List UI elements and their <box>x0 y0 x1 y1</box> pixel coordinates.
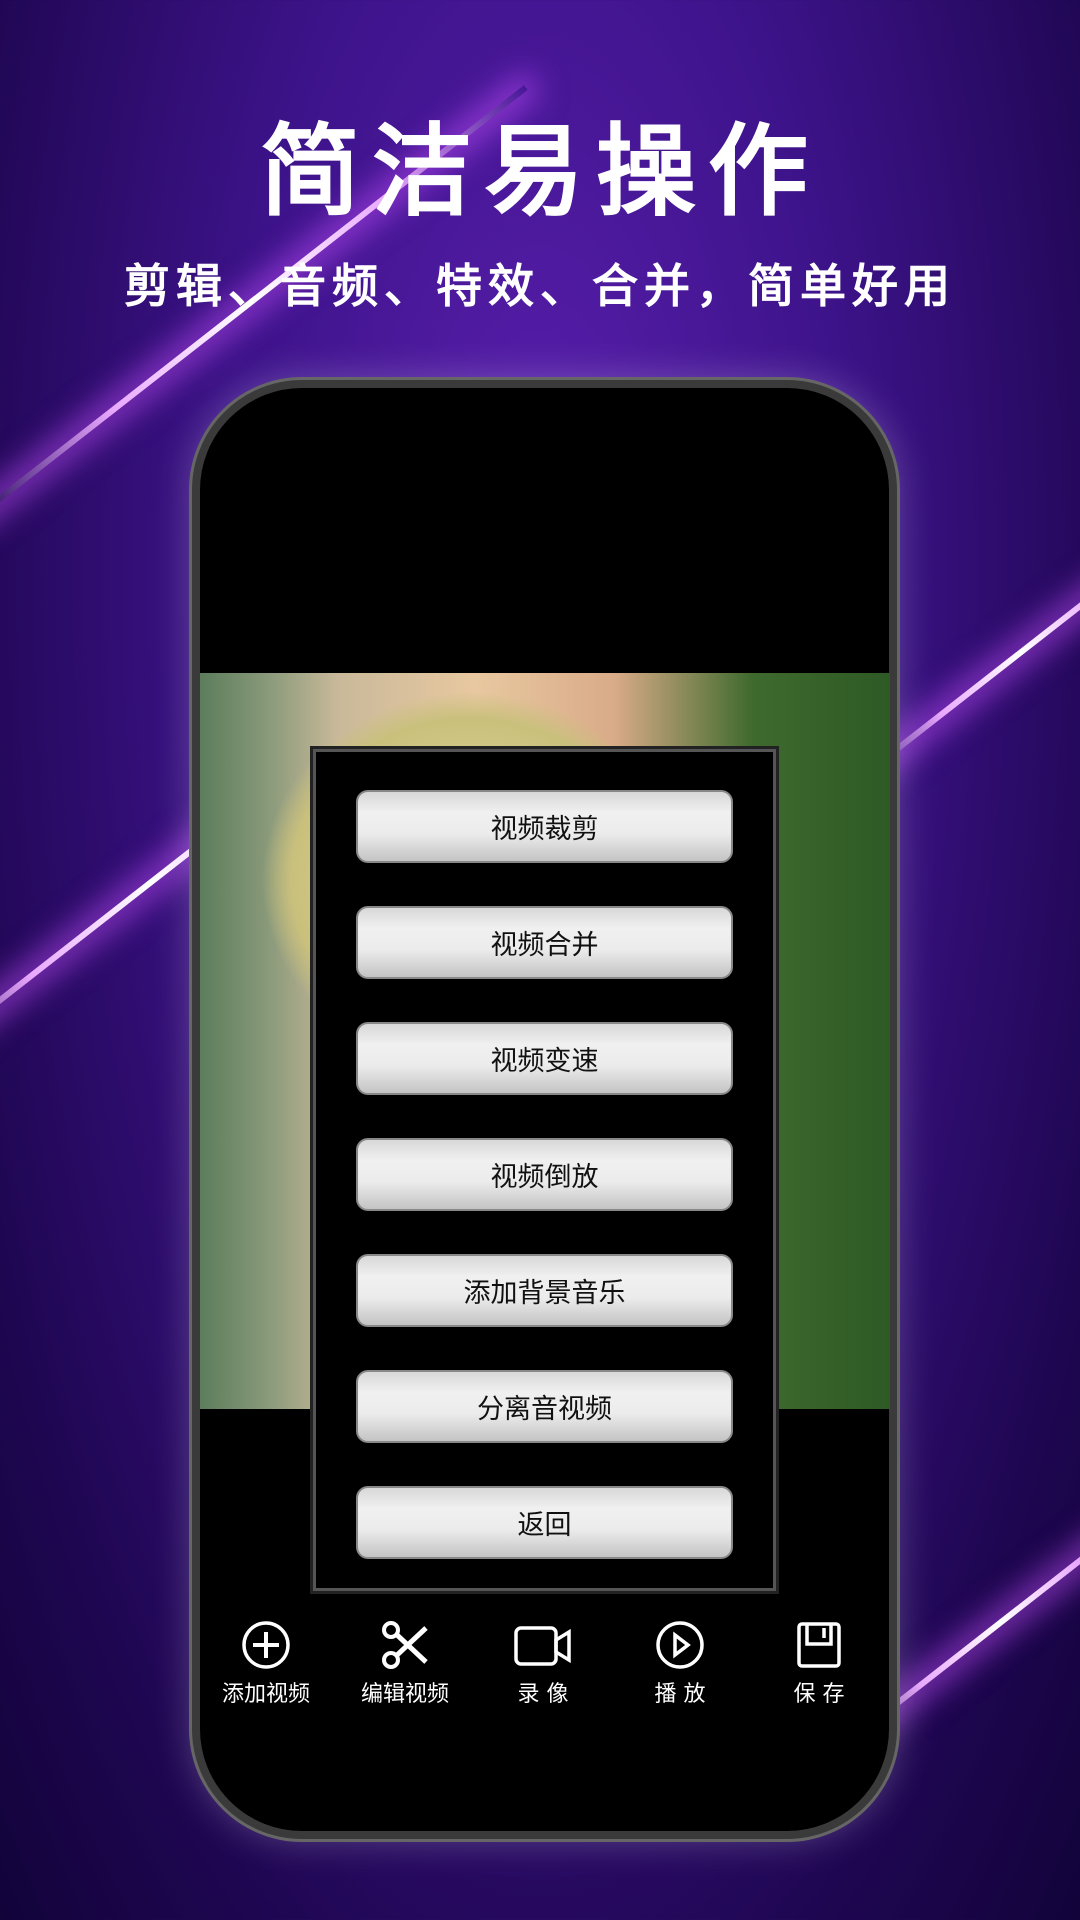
save-button[interactable]: 保 存 <box>754 1620 884 1708</box>
record-label: 录 像 <box>517 1682 569 1707</box>
edit-menu-dialog: 视频裁剪 视频合并 视频变速 视频倒放 添加背景音乐 分离音视频 返回 <box>310 746 779 1594</box>
record-button[interactable]: 录 像 <box>478 1620 608 1708</box>
edit-video-label: 编辑视频 <box>360 1682 449 1707</box>
menu-video-reverse-button[interactable]: 视频倒放 <box>356 1138 733 1211</box>
menu-video-speed-button[interactable]: 视频变速 <box>356 1022 733 1095</box>
page-subtitle: 剪辑、音频、特效、合并，简单好用 <box>124 259 956 313</box>
play-button[interactable]: 播 放 <box>615 1620 745 1708</box>
save-label: 保 存 <box>793 1682 845 1707</box>
add-video-label: 添加视频 <box>221 1682 310 1707</box>
bottom-toolbar: 添加视频 编辑视频 录 像 播 放 保 存 <box>200 1620 890 1730</box>
menu-video-trim-button[interactable]: 视频裁剪 <box>356 790 733 863</box>
edit-video-button[interactable]: 编辑视频 <box>340 1620 470 1708</box>
menu-video-merge-button[interactable]: 视频合并 <box>356 906 733 979</box>
menu-split-audio-button[interactable]: 分离音视频 <box>356 1370 733 1443</box>
plus-circle-icon <box>242 1621 290 1669</box>
menu-back-button[interactable]: 返回 <box>356 1486 733 1559</box>
save-icon <box>797 1622 841 1668</box>
play-label: 播 放 <box>654 1682 706 1707</box>
play-icon <box>656 1621 704 1669</box>
menu-add-music-button[interactable]: 添加背景音乐 <box>356 1254 733 1327</box>
add-video-button[interactable]: 添加视频 <box>201 1620 331 1708</box>
page-title: 简洁易操作 <box>260 113 820 230</box>
video-camera-icon <box>514 1626 571 1666</box>
scissors-icon <box>382 1621 428 1669</box>
